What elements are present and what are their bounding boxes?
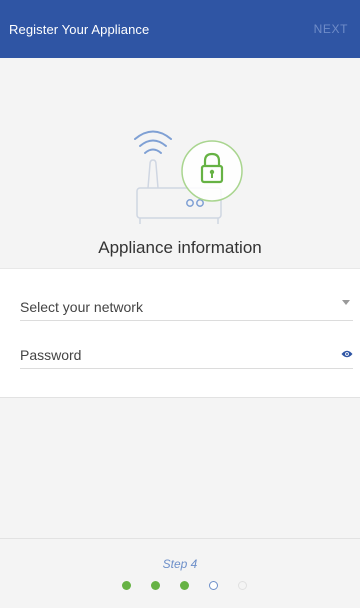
step-dot-5 bbox=[238, 581, 247, 590]
chevron-down-icon[interactable] bbox=[342, 300, 350, 305]
step-indicator bbox=[122, 581, 252, 593]
network-select[interactable]: Select your network bbox=[20, 285, 353, 321]
app-bar-title: Register Your Appliance bbox=[9, 21, 150, 37]
step-dot-1 bbox=[122, 581, 131, 590]
step-label: Step 4 bbox=[162, 557, 198, 571]
lock-icon bbox=[181, 140, 243, 202]
password-placeholder: Password bbox=[20, 347, 82, 363]
next-button[interactable]: NEXT bbox=[314, 22, 348, 36]
step-dot-2 bbox=[151, 581, 160, 590]
network-form: Select your network Password bbox=[0, 268, 360, 398]
password-field[interactable]: Password bbox=[20, 333, 353, 369]
wifi-icon bbox=[134, 130, 172, 154]
network-select-placeholder: Select your network bbox=[20, 299, 143, 315]
step-dot-3 bbox=[180, 581, 189, 590]
section-heading: Appliance information bbox=[98, 238, 262, 257]
app-bar: Register Your Appliance NEXT bbox=[0, 0, 360, 58]
appliance-illustration bbox=[0, 58, 360, 268]
step-footer: Step 4 bbox=[0, 538, 360, 608]
eye-icon[interactable] bbox=[341, 345, 353, 363]
step-dot-4 bbox=[209, 581, 218, 590]
